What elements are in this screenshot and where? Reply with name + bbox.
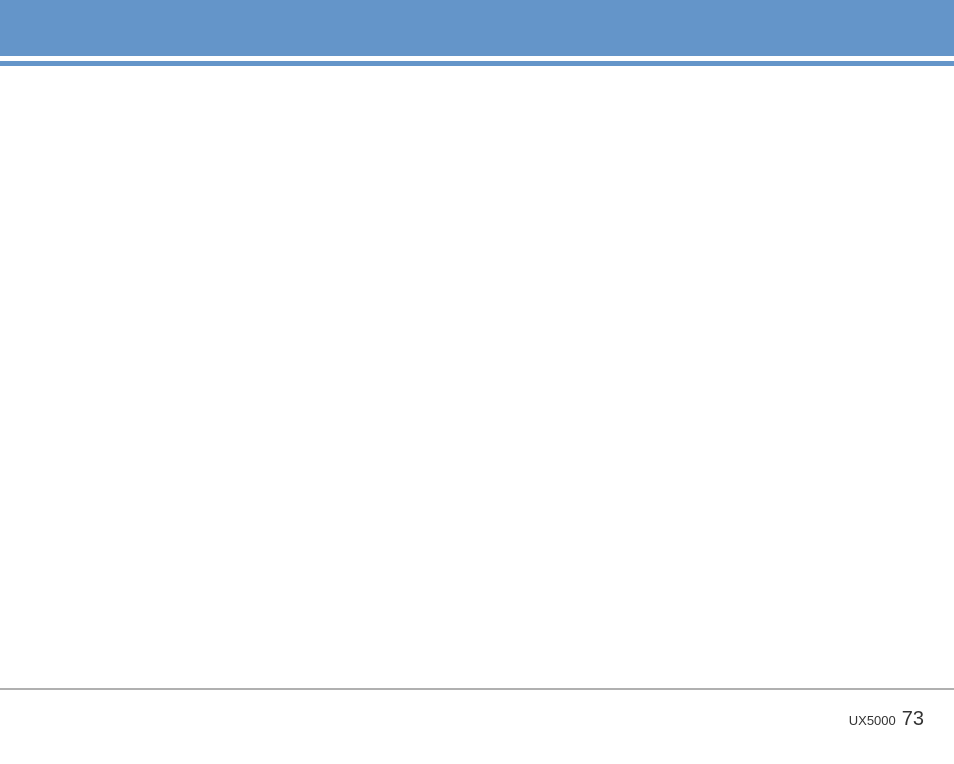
header-band [0,0,954,56]
content-area [0,66,954,688]
footer-text: UX5000 73 [849,708,924,731]
page-footer: UX5000 73 [0,690,954,764]
footer-label: UX5000 [849,713,896,728]
footer-page-number: 73 [902,708,924,731]
